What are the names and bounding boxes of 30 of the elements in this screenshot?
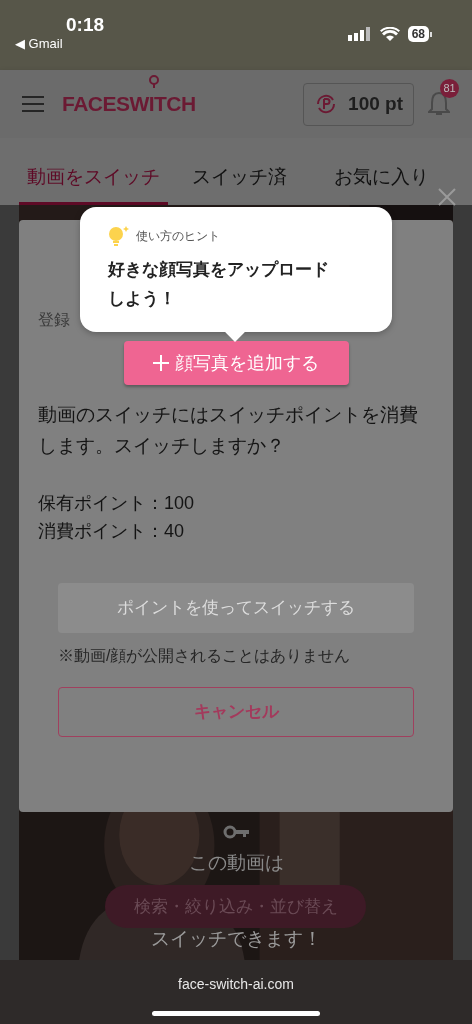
- battery-icon: 68: [407, 26, 432, 42]
- hint-text: 好きな顔写真をアップロードしよう！: [108, 259, 330, 310]
- menu-icon[interactable]: [22, 96, 44, 112]
- used-points: 消費ポイント：40: [38, 520, 186, 543]
- bell-icon[interactable]: [428, 91, 450, 117]
- app-logo: FACESWITCH: [62, 92, 196, 116]
- close-icon[interactable]: [438, 188, 456, 206]
- key-icon: [223, 825, 249, 839]
- registered-label: 登録: [38, 310, 71, 330]
- privacy-note: ※動画/顔が公開されることはありません: [58, 646, 352, 666]
- plus-icon: [153, 355, 169, 371]
- signal-icon: [347, 27, 372, 41]
- status-time: 0:18: [66, 14, 105, 36]
- held-points: 保有ポイント：100: [38, 492, 196, 515]
- points-balance: 100 pt: [348, 91, 403, 116]
- points-badge[interactable]: 100 pt: [303, 82, 414, 126]
- video-lock-text: スイッチできます！: [150, 927, 322, 951]
- hint-heading: 使い方のヒント: [136, 228, 220, 245]
- tab[interactable]: スイッチ済: [168, 153, 311, 205]
- back-link[interactable]: ◀ Gmail: [15, 36, 63, 52]
- confirm-message: 動画のスイッチにはスイッチポイントを消費します。スイッチしますか？: [38, 403, 419, 458]
- magnifier-icon: [148, 74, 160, 89]
- notification-count: 81: [440, 79, 459, 98]
- wifi-icon: [379, 27, 400, 41]
- cancel-button[interactable]: キャンセル: [58, 687, 414, 737]
- video-lock-text: この動画は: [188, 851, 284, 875]
- add-photo-button[interactable]: 顔写真を追加する: [123, 341, 349, 385]
- lightbulb-icon: [108, 225, 130, 247]
- tab[interactable]: お気に入り: [310, 153, 453, 205]
- url-text[interactable]: face-switch-ai.com: [178, 974, 294, 995]
